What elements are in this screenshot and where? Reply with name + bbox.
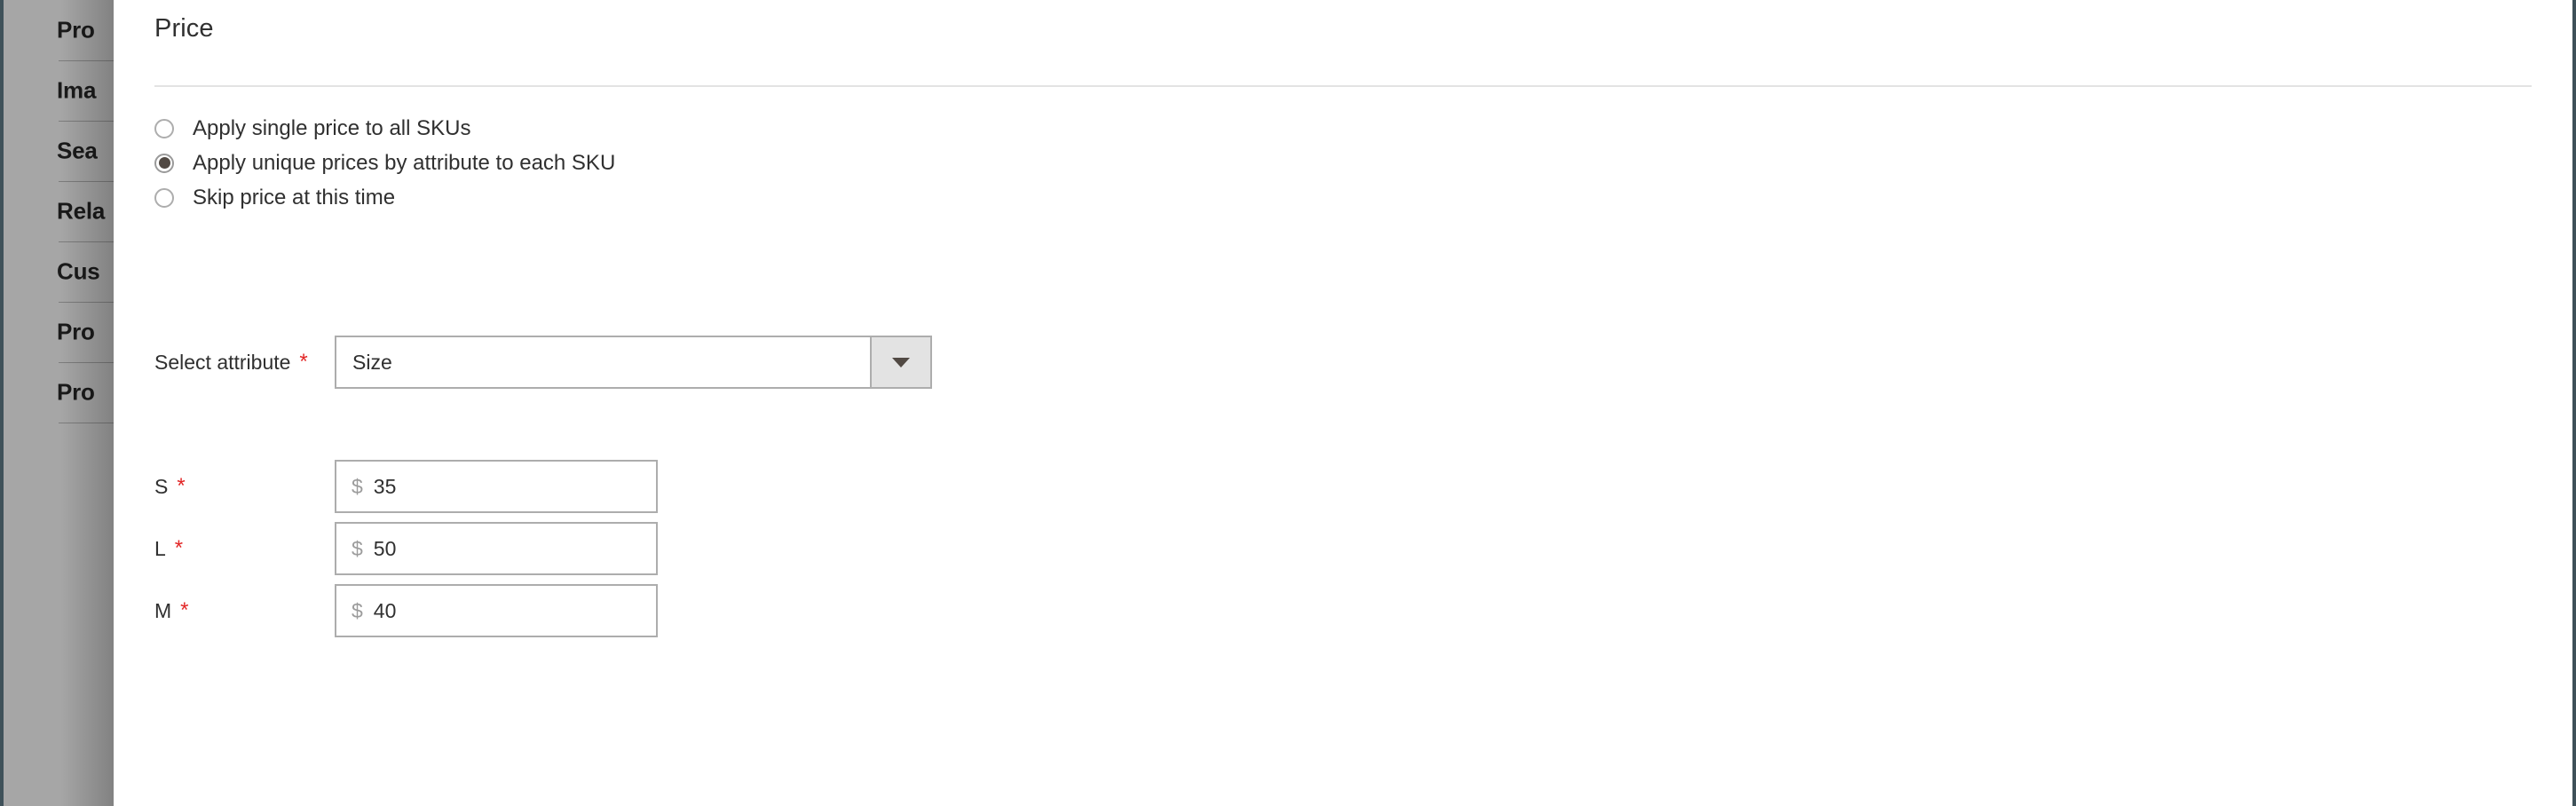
currency-symbol: $ — [352, 536, 363, 560]
required-asterisk: * — [180, 598, 189, 622]
select-attribute-row: Select attribute * Size — [154, 336, 2462, 389]
sidebar-item-label: Sea — [57, 137, 98, 164]
sidebar-item-label: Cus — [57, 257, 100, 285]
radio-button-icon[interactable] — [154, 187, 174, 208]
field-label-text: L — [154, 536, 166, 560]
page-title: Price — [154, 14, 214, 43]
price-mode-radio-group: Apply single price to all SKUs Apply uni… — [154, 111, 615, 215]
sidebar-item-label: Rela — [57, 197, 106, 225]
radio-option-skip-price[interactable]: Skip price at this time — [154, 180, 615, 215]
price-input-value: 35 — [373, 474, 397, 498]
radio-button-icon[interactable] — [154, 118, 174, 138]
currency-symbol: $ — [352, 598, 363, 622]
radio-button-icon-selected[interactable] — [154, 153, 174, 173]
radio-option-label: Apply single price to all SKUs — [193, 115, 471, 140]
required-asterisk: * — [177, 474, 186, 498]
sku-price-label-m: M * — [154, 599, 335, 623]
radio-option-unique-prices[interactable]: Apply unique prices by attribute to each… — [154, 146, 615, 180]
price-input-s[interactable]: $ 35 — [335, 460, 658, 513]
sku-price-row-s: S * $ 35 — [154, 460, 2462, 513]
chevron-down-icon[interactable] — [870, 337, 930, 387]
field-label-text: Select attribute — [154, 350, 291, 374]
sku-price-row-m: M * $ 40 — [154, 584, 2462, 637]
radio-option-single-price[interactable]: Apply single price to all SKUs — [154, 111, 615, 146]
sidebar-item-label: Pro — [57, 318, 95, 345]
sidebar-item-6[interactable]: Pro — [4, 362, 114, 423]
title-divider — [154, 85, 2532, 87]
price-input-value: 50 — [373, 536, 397, 560]
sku-price-label-s: S * — [154, 475, 335, 499]
price-input-m[interactable]: $ 40 — [335, 584, 658, 637]
price-input-value: 40 — [373, 598, 397, 622]
sku-price-label-l: L * — [154, 537, 335, 561]
field-label-text: M — [154, 598, 172, 622]
sidebar-item-label: Pro — [57, 378, 95, 406]
radio-option-label: Apply unique prices by attribute to each… — [193, 150, 616, 175]
required-asterisk: * — [299, 350, 308, 374]
sidebar-item-1[interactable]: Ima — [4, 60, 114, 121]
price-input-l[interactable]: $ 50 — [335, 522, 658, 575]
radio-option-label: Skip price at this time — [193, 185, 396, 209]
application-window: Pro Ima Sea Rela Cus Pro Pro Price Apply… — [0, 0, 2576, 806]
currency-symbol: $ — [352, 474, 363, 498]
attribute-select[interactable]: Size — [335, 336, 932, 389]
sidebar-item-2[interactable]: Sea — [4, 121, 114, 181]
select-attribute-label: Select attribute * — [154, 351, 335, 375]
sku-price-row-l: L * $ 50 — [154, 522, 2462, 575]
field-label-text: S — [154, 474, 169, 498]
attribute-select-value: Size — [336, 337, 870, 387]
modal-backdrop-sidebar: Pro Ima Sea Rela Cus Pro Pro — [4, 0, 114, 806]
sidebar-item-label: Pro — [57, 16, 95, 43]
sidebar-item-label: Ima — [57, 76, 97, 104]
sidebar-item-5[interactable]: Pro — [4, 302, 114, 362]
sidebar-item-4[interactable]: Cus — [4, 241, 114, 302]
sidebar-item-3[interactable]: Rela — [4, 181, 114, 241]
sidebar-item-0[interactable]: Pro — [4, 0, 114, 60]
price-step-panel: Price Apply single price to all SKUs App… — [114, 0, 2572, 806]
required-asterisk: * — [174, 536, 184, 560]
